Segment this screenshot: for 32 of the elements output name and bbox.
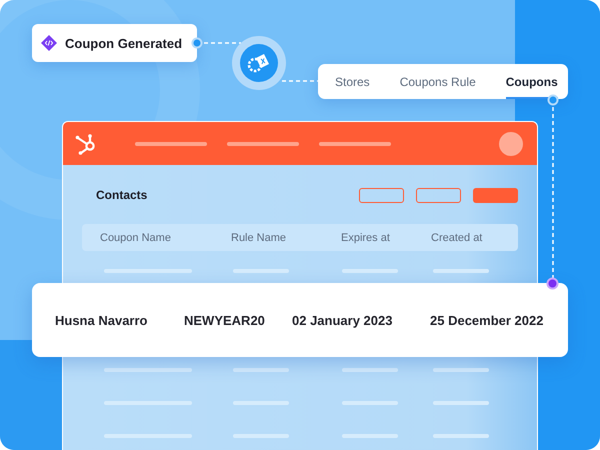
table-cell-text: NEWYEAR20 [184,312,266,328]
nav-placeholder-bar [227,142,299,146]
column-header: Coupon Name [100,232,172,244]
event-title: Coupon Generated [65,36,182,50]
tag-icon [41,35,57,51]
section-title: Contacts [96,188,148,202]
outline-button[interactable] [416,188,461,202]
placeholder-line [342,401,398,405]
placeholder-line [433,368,489,372]
tab[interactable]: Stores [335,66,370,99]
nav-placeholder-bar [319,142,391,146]
avatar[interactable] [499,132,523,156]
table-cell-text: 25 December 2022 [430,312,544,328]
connector-dot [547,94,559,106]
placeholder-line [433,269,489,273]
placeholder-line [342,269,398,273]
gear-ticket-icon [232,36,286,90]
primary-button[interactable] [473,188,518,202]
column-header: Created at [431,232,484,244]
table-cell-text: Husna Navarro [55,312,148,328]
tab[interactable]: Coupons Rule [400,66,476,99]
placeholder-line [433,401,489,405]
connector-dot [546,277,559,290]
column-header: Rule Name [231,232,288,244]
placeholder-line [433,434,489,438]
placeholder-line [233,269,289,273]
outline-button[interactable] [359,188,404,202]
nav-placeholder-bar [135,142,207,146]
column-header: Expires at [341,232,391,244]
connector-dot [191,37,203,49]
placeholder-line [342,434,398,438]
table-cell-text: 02 January 2023 [292,312,394,328]
